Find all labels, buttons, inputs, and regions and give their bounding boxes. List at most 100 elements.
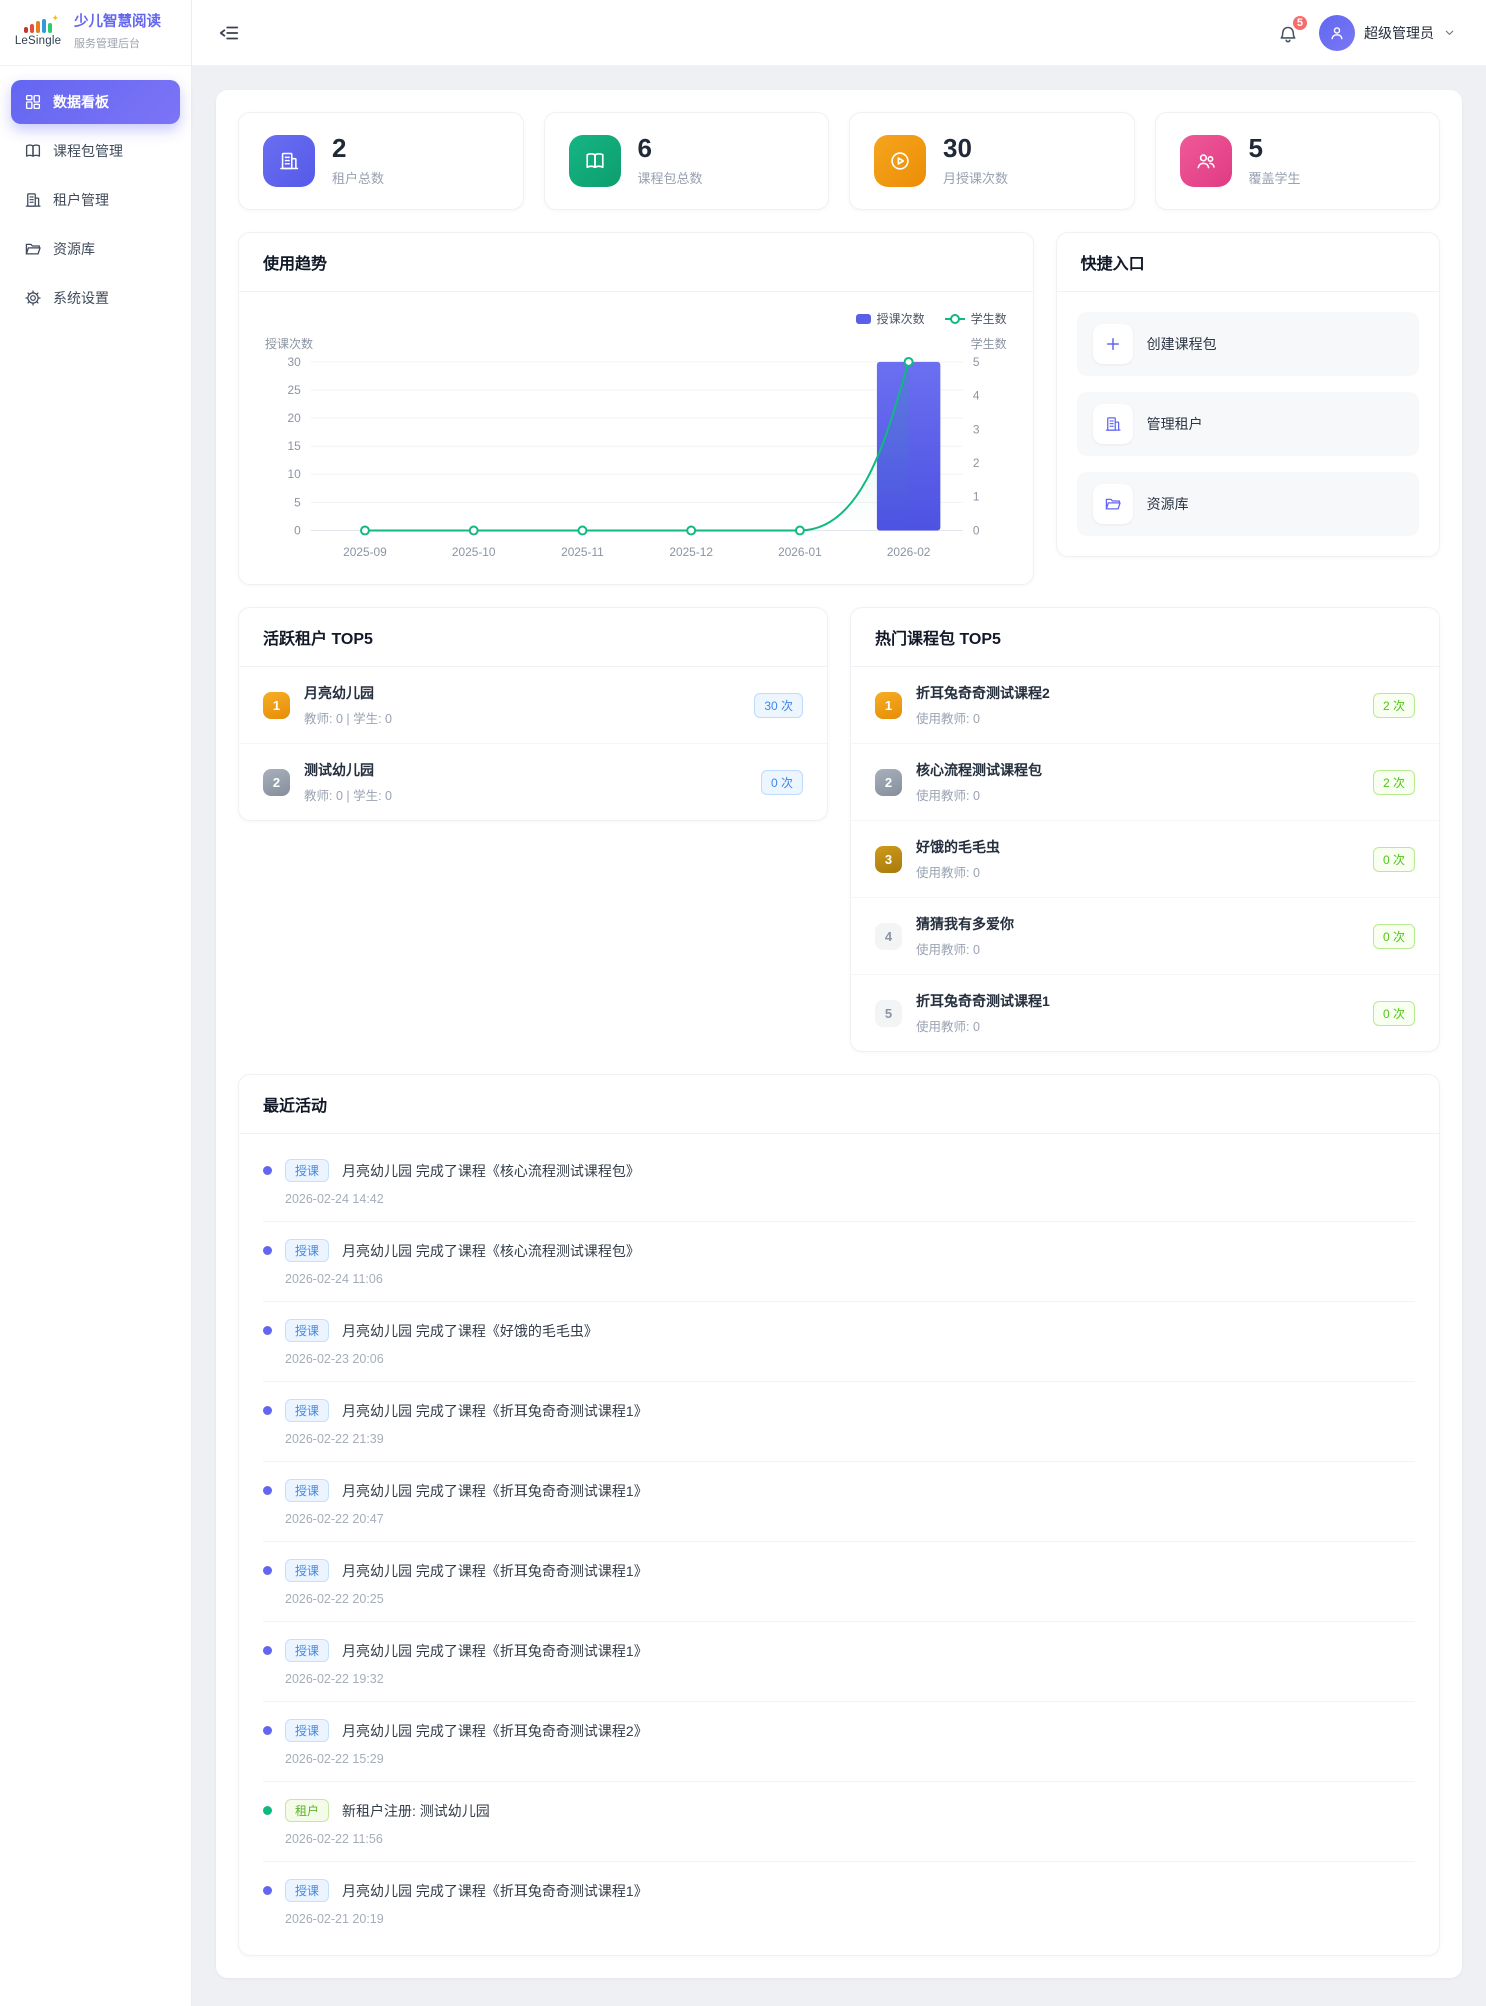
activity-row: 授课 月亮幼儿园 完成了课程《核心流程测试课程包》 2026-02-24 14:… — [263, 1142, 1415, 1222]
rank-badge: 2 — [875, 769, 902, 796]
stat-value: 2 — [332, 135, 384, 162]
activity-time: 2026-02-24 11:06 — [285, 1272, 1415, 1286]
sidebar-collapse-button[interactable] — [218, 22, 240, 44]
quick-entry-create-package[interactable]: 创建课程包 — [1077, 312, 1419, 376]
trend-chart-svg: 0510152025300123452025-092025-102025-112… — [263, 354, 1009, 566]
notification-badge: 5 — [1291, 14, 1309, 32]
package-name: 好饿的毛毛虫 — [916, 837, 1359, 857]
activity-dot-icon — [263, 1486, 272, 1495]
usage-count-badge: 0 次 — [1373, 1001, 1415, 1026]
sidebar-item-settings[interactable]: 系统设置 — [11, 276, 180, 320]
activity-tag: 授课 — [285, 1399, 329, 1422]
bar-swatch-icon — [856, 314, 871, 324]
building-icon — [263, 135, 315, 187]
activity-row: 授课 月亮幼儿园 完成了课程《折耳兔奇奇测试课程1》 2026-02-22 20… — [263, 1542, 1415, 1622]
package-row: 1 折耳兔奇奇测试课程2 使用教师: 0 2 次 — [851, 667, 1439, 744]
usage-count-badge: 0 次 — [1373, 924, 1415, 949]
usage-count-badge: 30 次 — [754, 693, 803, 718]
quick-entry-resources[interactable]: 资源库 — [1077, 472, 1419, 536]
activity-time: 2026-02-22 19:32 — [285, 1672, 1415, 1686]
sidebar-item-label: 课程包管理 — [53, 141, 123, 161]
svg-text:25: 25 — [287, 383, 301, 397]
svg-text:15: 15 — [287, 439, 301, 453]
package-meta: 使用教师: 0 — [916, 708, 1359, 727]
card-title: 热门课程包 TOP5 — [851, 608, 1439, 667]
rank-badge: 2 — [263, 769, 290, 796]
plus-icon — [1093, 324, 1133, 364]
folder-icon — [24, 240, 42, 258]
activity-dot-icon — [263, 1726, 272, 1735]
card-title: 最近活动 — [239, 1075, 1439, 1134]
quick-entry-label: 创建课程包 — [1147, 334, 1217, 354]
package-row: 3 好饿的毛毛虫 使用教师: 0 0 次 — [851, 821, 1439, 898]
hot-packages-list: 1 折耳兔奇奇测试课程2 使用教师: 0 2 次 2 核心流 — [851, 667, 1439, 1051]
activity-row: 授课 月亮幼儿园 完成了课程《折耳兔奇奇测试课程2》 2026-02-22 15… — [263, 1702, 1415, 1782]
content-area: 2 租户总数 6 课程包总数 30 — [192, 66, 1486, 2006]
sidebar-item-label: 资源库 — [53, 239, 95, 259]
activity-text: 新租户注册: 测试幼儿园 — [342, 1801, 490, 1821]
dashboard-icon — [24, 93, 42, 111]
gear-icon — [24, 289, 42, 307]
tenant-row: 1 月亮幼儿园 教师: 0 | 学生: 0 30 次 — [239, 667, 827, 744]
active-tenants-list: 1 月亮幼儿园 教师: 0 | 学生: 0 30 次 2 测 — [239, 667, 827, 820]
stat-card-monthly-lessons: 30 月授课次数 — [849, 112, 1135, 210]
stat-card-packages: 6 课程包总数 — [544, 112, 830, 210]
activity-row: 授课 月亮幼儿园 完成了课程《核心流程测试课程包》 2026-02-24 11:… — [263, 1222, 1415, 1302]
activity-time: 2026-02-22 11:56 — [285, 1832, 1415, 1846]
app-subtitle: 服务管理后台 — [74, 35, 161, 51]
notifications-button[interactable]: 5 — [1277, 22, 1299, 44]
activity-tag: 授课 — [285, 1719, 329, 1742]
package-row: 4 猜猜我有多爱你 使用教师: 0 0 次 — [851, 898, 1439, 975]
legend-item-lessons[interactable]: 授课次数 — [856, 310, 925, 327]
activity-time: 2026-02-24 14:42 — [285, 1192, 1415, 1206]
card-title: 活跃租户 TOP5 — [239, 608, 827, 667]
quick-entry-manage-tenants[interactable]: 管理租户 — [1077, 392, 1419, 456]
user-menu[interactable]: 超级管理员 — [1319, 15, 1456, 51]
avatar — [1319, 15, 1355, 51]
sidebar-item-label: 数据看板 — [53, 92, 109, 112]
svg-text:2025-09: 2025-09 — [343, 546, 387, 560]
sidebar: ✦ LeSingle 少儿智慧阅读 服务管理后台 数据看板 课程包管理 租户管理 — [0, 0, 192, 2006]
activity-dot-icon — [263, 1886, 272, 1895]
collapse-icon — [218, 22, 240, 44]
card-title: 使用趋势 — [239, 233, 1033, 292]
play-icon — [874, 135, 926, 187]
quick-entry-label: 资源库 — [1147, 494, 1189, 514]
tenant-name: 测试幼儿园 — [304, 760, 747, 780]
sidebar-item-tenants[interactable]: 租户管理 — [11, 178, 180, 222]
top-header: 5 超级管理员 — [192, 0, 1486, 66]
sidebar-item-label: 租户管理 — [53, 190, 109, 210]
stat-label: 租户总数 — [332, 168, 384, 187]
activity-text: 月亮幼儿园 完成了课程《折耳兔奇奇测试课程1》 — [342, 1641, 648, 1661]
activity-text: 月亮幼儿园 完成了课程《折耳兔奇奇测试课程2》 — [342, 1721, 648, 1741]
activity-dot-icon — [263, 1166, 272, 1175]
activity-text: 月亮幼儿园 完成了课程《折耳兔奇奇测试课程1》 — [342, 1881, 648, 1901]
activity-time: 2026-02-22 20:25 — [285, 1592, 1415, 1606]
activity-tag: 授课 — [285, 1159, 329, 1182]
activity-tag: 授课 — [285, 1879, 329, 1902]
activity-text: 月亮幼儿园 完成了课程《折耳兔奇奇测试课程1》 — [342, 1401, 648, 1421]
rank-badge: 5 — [875, 1000, 902, 1027]
legend-item-students[interactable]: 学生数 — [945, 310, 1007, 327]
activity-tag: 授课 — [285, 1239, 329, 1262]
activity-dot-icon — [263, 1806, 272, 1815]
book-icon — [24, 142, 42, 160]
package-row: 2 核心流程测试课程包 使用教师: 0 2 次 — [851, 744, 1439, 821]
stat-card-students: 5 覆盖学生 — [1155, 112, 1441, 210]
usage-trend-chart: 授课次数 学生数 授课次数 学生数 051 — [239, 292, 1033, 584]
activity-time: 2026-02-22 21:39 — [285, 1432, 1415, 1446]
activity-text: 月亮幼儿园 完成了课程《好饿的毛毛虫》 — [342, 1321, 598, 1341]
package-meta: 使用教师: 0 — [916, 939, 1359, 958]
chart-legend: 授课次数 学生数 — [263, 310, 1009, 327]
stat-cards: 2 租户总数 6 课程包总数 30 — [238, 112, 1440, 210]
sidebar-item-course-packages[interactable]: 课程包管理 — [11, 129, 180, 173]
chevron-down-icon — [1443, 26, 1456, 39]
activity-text: 月亮幼儿园 完成了课程《核心流程测试课程包》 — [342, 1161, 640, 1181]
activity-text: 月亮幼儿园 完成了课程《折耳兔奇奇测试课程1》 — [342, 1481, 648, 1501]
activity-time: 2026-02-22 20:47 — [285, 1512, 1415, 1526]
sidebar-item-resources[interactable]: 资源库 — [11, 227, 180, 271]
activity-time: 2026-02-22 15:29 — [285, 1752, 1415, 1766]
sidebar-item-dashboard[interactable]: 数据看板 — [11, 80, 180, 124]
activity-dot-icon — [263, 1326, 272, 1335]
recent-activity-card: 最近活动 授课 月亮幼儿园 完成了课程《核心流程测试课程包》 2026-02-2… — [238, 1074, 1440, 1956]
